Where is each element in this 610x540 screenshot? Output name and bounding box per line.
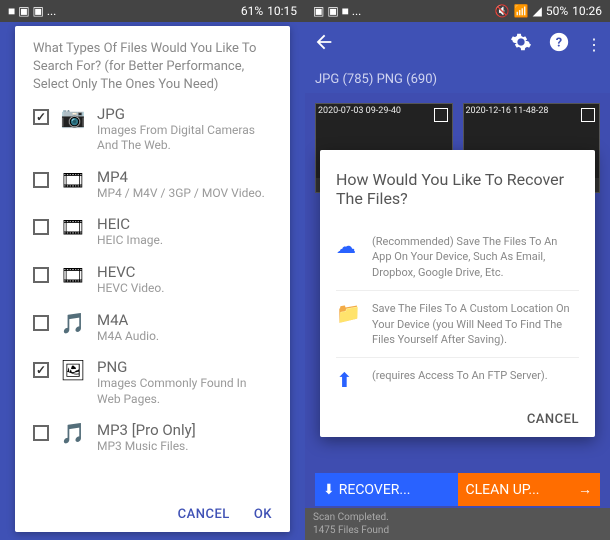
- option-icon: ⬆: [336, 368, 360, 392]
- filetype-row[interactable]: 🎞 MP4 MP4 / M4V / 3GP / MOV Video.: [33, 168, 272, 202]
- filetype-icon: 🎞: [59, 215, 87, 239]
- cancel-button[interactable]: CANCEL: [527, 412, 579, 427]
- cleanup-button[interactable]: CLEAN UP... →: [458, 473, 601, 506]
- recover-actions: CANCEL: [336, 402, 579, 427]
- signal-icon: ◢: [533, 4, 542, 18]
- option-icon: 📁: [336, 301, 360, 325]
- filetype-name: HEIC: [97, 215, 272, 233]
- app-bar: ? ⋮: [305, 22, 610, 66]
- filetype-row[interactable]: 🎵 MP3 [Pro Only] MP3 Music Files.: [33, 421, 272, 455]
- filetype-row[interactable]: 🎵 M4A M4A Audio.: [33, 311, 272, 345]
- status-bar: ▣ ▣ ■ ... 🔇 📶 ◢ 50% 10:26: [305, 0, 610, 22]
- option-text: (requires Access To An FTP Server).: [372, 368, 548, 383]
- option-icon: ☁: [336, 234, 360, 258]
- checkbox[interactable]: [33, 219, 49, 235]
- svg-text:?: ?: [556, 36, 562, 51]
- filetype-row[interactable]: 🖼 PNG Images Commonly Found In Web Pages…: [33, 358, 272, 407]
- recover-button[interactable]: ⬇ RECOVER...: [315, 473, 458, 506]
- clock: 10:15: [267, 4, 297, 18]
- filetype-icon: 🎞: [59, 168, 87, 192]
- wifi-icon: 📶: [514, 4, 529, 18]
- status-bar: ■ ▣ ▣ ... 61% 10:15: [0, 0, 305, 22]
- checkbox[interactable]: [33, 267, 49, 283]
- checkbox[interactable]: [33, 425, 49, 441]
- status-icons-left: ▣ ▣ ■ ...: [313, 4, 361, 18]
- filetype-name: PNG: [97, 358, 272, 376]
- cancel-button[interactable]: CANCEL: [178, 507, 230, 522]
- recover-options: ☁ (Recommended) Save The Files To An App…: [336, 224, 579, 402]
- filetype-icon: 🖼: [59, 358, 87, 382]
- arrow-right-icon: →: [578, 481, 592, 498]
- checkbox[interactable]: [33, 362, 49, 378]
- dialog-actions: CANCEL OK: [33, 499, 272, 522]
- filetype-dialog: What Types Of Files Would You Like To Se…: [15, 26, 290, 532]
- filetype-icon: 🎵: [59, 311, 87, 335]
- ok-button[interactable]: OK: [254, 507, 272, 522]
- filetype-name: HEVC: [97, 263, 272, 281]
- clock: 10:26: [572, 4, 602, 18]
- recover-option[interactable]: ⬆ (requires Access To An FTP Server).: [336, 358, 579, 402]
- checkbox[interactable]: [33, 315, 49, 331]
- filetype-desc: MP3 Music Files.: [97, 439, 272, 455]
- gear-icon[interactable]: [510, 31, 532, 57]
- back-icon[interactable]: [313, 31, 335, 57]
- status-right: 61% 10:15: [241, 4, 297, 18]
- recover-option[interactable]: ☁ (Recommended) Save The Files To An App…: [336, 224, 579, 291]
- expand-icon[interactable]: [434, 108, 448, 122]
- expand-icon[interactable]: [581, 108, 595, 122]
- filetype-name: M4A: [97, 311, 272, 329]
- status-icons-left: ■ ▣ ▣ ...: [8, 4, 56, 18]
- checkbox[interactable]: [33, 109, 49, 125]
- filetype-desc: M4A Audio.: [97, 329, 272, 345]
- option-text: Save The Files To A Custom Location On Y…: [372, 301, 579, 347]
- filetype-desc: HEVC Video.: [97, 281, 272, 297]
- filetype-desc: Images From Digital Cameras And The Web.: [97, 123, 272, 154]
- filetype-icon: 🎵: [59, 421, 87, 445]
- filetype-desc: MP4 / M4V / 3GP / MOV Video.: [97, 186, 272, 202]
- recover-title: How Would You Like To Recover The Files?: [336, 170, 579, 208]
- screen-left: ■ ▣ ▣ ... 61% 10:15 What Types Of Files …: [0, 0, 305, 540]
- filetype-desc: HEIC Image.: [97, 233, 272, 249]
- filetype-row[interactable]: 🎞 HEVC HEVC Video.: [33, 263, 272, 297]
- filetype-list: 📷 JPG Images From Digital Cameras And Th…: [33, 105, 272, 499]
- filetype-name: JPG: [97, 105, 272, 123]
- filetype-name: MP3 [Pro Only]: [97, 421, 272, 439]
- mute-icon: 🔇: [495, 4, 510, 18]
- screen-right: ▣ ▣ ■ ... 🔇 📶 ◢ 50% 10:26 ? ⋮ JPG (785) …: [305, 0, 610, 540]
- download-icon: ⬇: [323, 482, 335, 498]
- filetype-row[interactable]: 🎞 HEIC HEIC Image.: [33, 215, 272, 249]
- recover-dialog: How Would You Like To Recover The Files?…: [320, 150, 595, 437]
- overflow-icon[interactable]: ⋮: [586, 35, 602, 54]
- scan-status: Scan Completed. 1475 Files Found: [305, 508, 610, 540]
- filetype-icon: 🎞: [59, 263, 87, 287]
- filetype-row[interactable]: 📷 JPG Images From Digital Cameras And Th…: [33, 105, 272, 154]
- option-text: (Recommended) Save The Files To An App O…: [372, 234, 579, 280]
- dialog-title: What Types Of Files Would You Like To Se…: [33, 40, 272, 95]
- help-icon[interactable]: ?: [548, 31, 570, 57]
- status-right: 🔇 📶 ◢ 50% 10:26: [495, 4, 602, 18]
- thumb-date: 2020-12-16 11-48-28: [466, 106, 549, 116]
- tabs-bar[interactable]: JPG (785) PNG (690): [305, 66, 610, 93]
- filetype-name: MP4: [97, 168, 272, 186]
- recover-option[interactable]: 📁 Save The Files To A Custom Location On…: [336, 291, 579, 358]
- battery-text: 61%: [241, 4, 263, 18]
- thumb-date: 2020-07-03 09-29-40: [318, 106, 401, 116]
- battery-text: 50%: [546, 4, 568, 18]
- filetype-desc: Images Commonly Found In Web Pages.: [97, 376, 272, 407]
- filetype-icon: 📷: [59, 105, 87, 129]
- bottom-action-bar: ⬇ RECOVER... CLEAN UP... →: [315, 473, 600, 506]
- checkbox[interactable]: [33, 172, 49, 188]
